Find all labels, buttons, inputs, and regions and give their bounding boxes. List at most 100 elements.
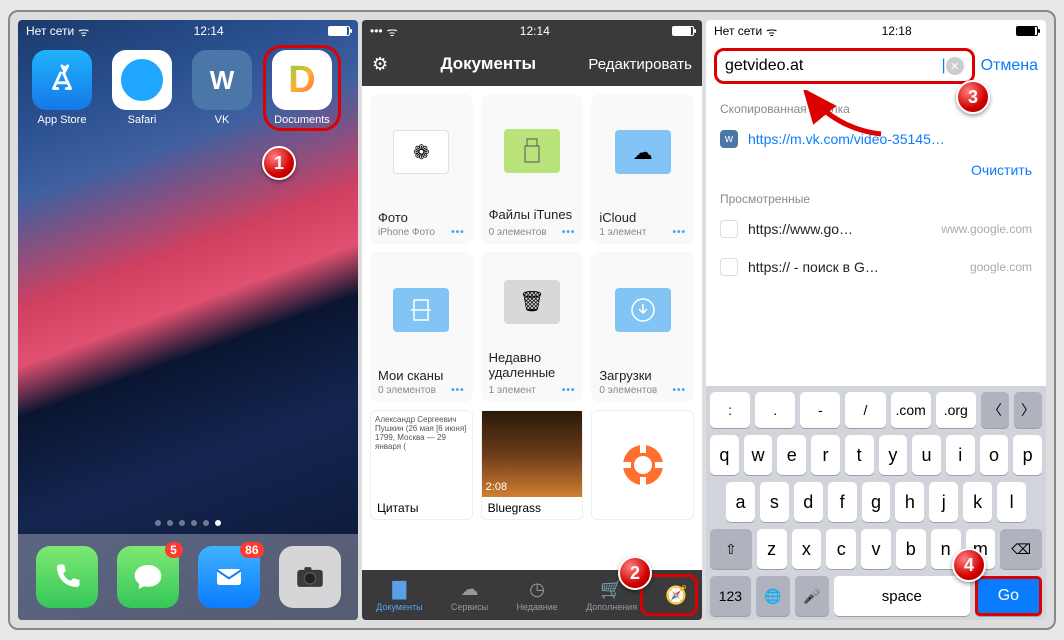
carrier-label: Нет сети: [26, 24, 74, 38]
key-s[interactable]: s: [760, 482, 789, 522]
key-d[interactable]: d: [794, 482, 823, 522]
key-backspace[interactable]: ⌫: [1000, 529, 1042, 569]
key-com[interactable]: .com: [891, 392, 931, 428]
tab-services[interactable]: ☁Сервисы: [451, 579, 488, 612]
key-y[interactable]: y: [879, 435, 908, 475]
key-space[interactable]: space: [834, 576, 970, 616]
tab-documents[interactable]: ▇Документы: [376, 579, 422, 612]
file-quotes[interactable]: Александр Сергеевич Пушкин (26 мая [6 ию…: [370, 410, 473, 520]
key-e[interactable]: e: [777, 435, 806, 475]
key-go[interactable]: Go: [975, 576, 1042, 616]
appstore-icon: [32, 50, 92, 110]
search-bar: | ✕ Отмена: [706, 42, 1046, 90]
more-icon[interactable]: •••: [562, 227, 576, 238]
key-p[interactable]: p: [1013, 435, 1042, 475]
key-123[interactable]: 123: [710, 576, 751, 616]
key-z[interactable]: z: [757, 529, 787, 569]
key-b[interactable]: b: [896, 529, 926, 569]
messages-badge: 5: [165, 542, 183, 558]
key-f[interactable]: f: [828, 482, 857, 522]
google-favicon: G: [720, 220, 738, 238]
status-bar: •••ᯤ 12:14: [362, 20, 702, 42]
battery-icon: [328, 26, 350, 36]
key-prev[interactable]: 〈: [981, 392, 1009, 428]
step-badge-1: 1: [262, 146, 296, 180]
key-mic[interactable]: 🎤: [795, 576, 829, 616]
key-a[interactable]: a: [726, 482, 755, 522]
more-icon[interactable]: •••: [562, 385, 576, 396]
battery-icon: [672, 26, 694, 36]
folder-grid: ❁ФотоiPhone Фото••• Файлы iTunes0 элемен…: [362, 86, 702, 570]
lifebuoy-icon: [618, 440, 668, 490]
app-documents[interactable]: D Documents: [268, 50, 336, 126]
wifi-icon: ᯤ: [387, 23, 398, 40]
vk-favicon: w: [720, 130, 738, 148]
key-dot[interactable]: .: [755, 392, 795, 428]
folder-trash[interactable]: 🗑Недавно удаленные1 элемент•••: [481, 252, 584, 402]
app-safari[interactable]: Safari: [108, 50, 176, 126]
key-x[interactable]: x: [792, 529, 822, 569]
key-slash[interactable]: /: [845, 392, 885, 428]
clear-history-button[interactable]: Очистить: [971, 162, 1032, 178]
key-c[interactable]: c: [826, 529, 856, 569]
key-next[interactable]: 〉: [1014, 392, 1042, 428]
more-icon[interactable]: •••: [451, 227, 465, 238]
folder-photos[interactable]: ❁ФотоiPhone Фото•••: [370, 94, 473, 244]
key-o[interactable]: o: [980, 435, 1009, 475]
tab-recent[interactable]: ◷Недавние: [516, 579, 557, 612]
phone-app[interactable]: [36, 546, 98, 608]
key-j[interactable]: j: [929, 482, 958, 522]
key-colon[interactable]: :: [710, 392, 750, 428]
more-icon[interactable]: •••: [672, 385, 686, 396]
clock-label: 12:14: [194, 24, 224, 38]
key-shift[interactable]: ⇧: [710, 529, 752, 569]
scan-icon: [393, 288, 449, 332]
mail-badge: 86: [240, 542, 263, 558]
cloud-icon: ☁: [460, 579, 478, 600]
address-input[interactable]: [725, 57, 943, 75]
key-dash[interactable]: -: [800, 392, 840, 428]
viewed-label: Просмотренные: [706, 184, 1046, 210]
key-u[interactable]: u: [912, 435, 941, 475]
key-k[interactable]: k: [963, 482, 992, 522]
suggestions-panel: Скопированная ссылка whttps://m.vk.com/v…: [706, 90, 1046, 386]
history-row[interactable]: Ghttps:// - поиск в G…google.com: [706, 248, 1046, 286]
key-g[interactable]: g: [862, 482, 891, 522]
vk-icon: W: [192, 50, 252, 110]
folder-icloud[interactable]: ☁iCloud1 элемент•••: [591, 94, 694, 244]
key-t[interactable]: t: [845, 435, 874, 475]
key-i[interactable]: i: [946, 435, 975, 475]
phone-home-screen: Нет сетиᯤ 12:14 App Store Safari W VK D …: [18, 20, 358, 620]
more-icon[interactable]: •••: [672, 227, 686, 238]
more-icon[interactable]: •••: [451, 385, 465, 396]
safari-icon: [112, 50, 172, 110]
clock-label: 12:14: [520, 24, 550, 38]
folder-itunes[interactable]: Файлы iTunes0 элементов•••: [481, 94, 584, 244]
step-badge-2: 2: [618, 556, 652, 590]
key-globe[interactable]: 🌐: [756, 576, 790, 616]
key-w[interactable]: w: [744, 435, 773, 475]
camera-app[interactable]: [279, 546, 341, 608]
key-v[interactable]: v: [861, 529, 891, 569]
gear-icon[interactable]: ⚙: [372, 54, 388, 75]
cancel-button[interactable]: Отмена: [981, 57, 1038, 75]
phone-documents-app: •••ᯤ 12:14 ⚙ Документы Редактировать ❁Фо…: [362, 20, 702, 620]
key-l[interactable]: l: [997, 482, 1026, 522]
folder-scans[interactable]: Мои сканы0 элементов•••: [370, 252, 473, 402]
key-h[interactable]: h: [895, 482, 924, 522]
download-icon: [615, 288, 671, 332]
key-r[interactable]: r: [811, 435, 840, 475]
folder-downloads[interactable]: Загрузки0 элементов•••: [591, 252, 694, 402]
cloud-icon: ☁: [615, 130, 671, 174]
app-appstore[interactable]: App Store: [28, 50, 96, 126]
clear-icon[interactable]: ✕: [946, 57, 964, 75]
key-org[interactable]: .org: [936, 392, 976, 428]
file-help[interactable]: [591, 410, 694, 520]
key-q[interactable]: q: [710, 435, 739, 475]
history-row[interactable]: Ghttps://www.go…www.google.com: [706, 210, 1046, 248]
app-vk[interactable]: W VK: [188, 50, 256, 126]
step-badge-3: 3: [956, 80, 990, 114]
file-bluegrass[interactable]: 2:08Bluegrass: [481, 410, 584, 520]
page-indicator: [18, 512, 358, 534]
edit-button[interactable]: Редактировать: [588, 56, 692, 73]
